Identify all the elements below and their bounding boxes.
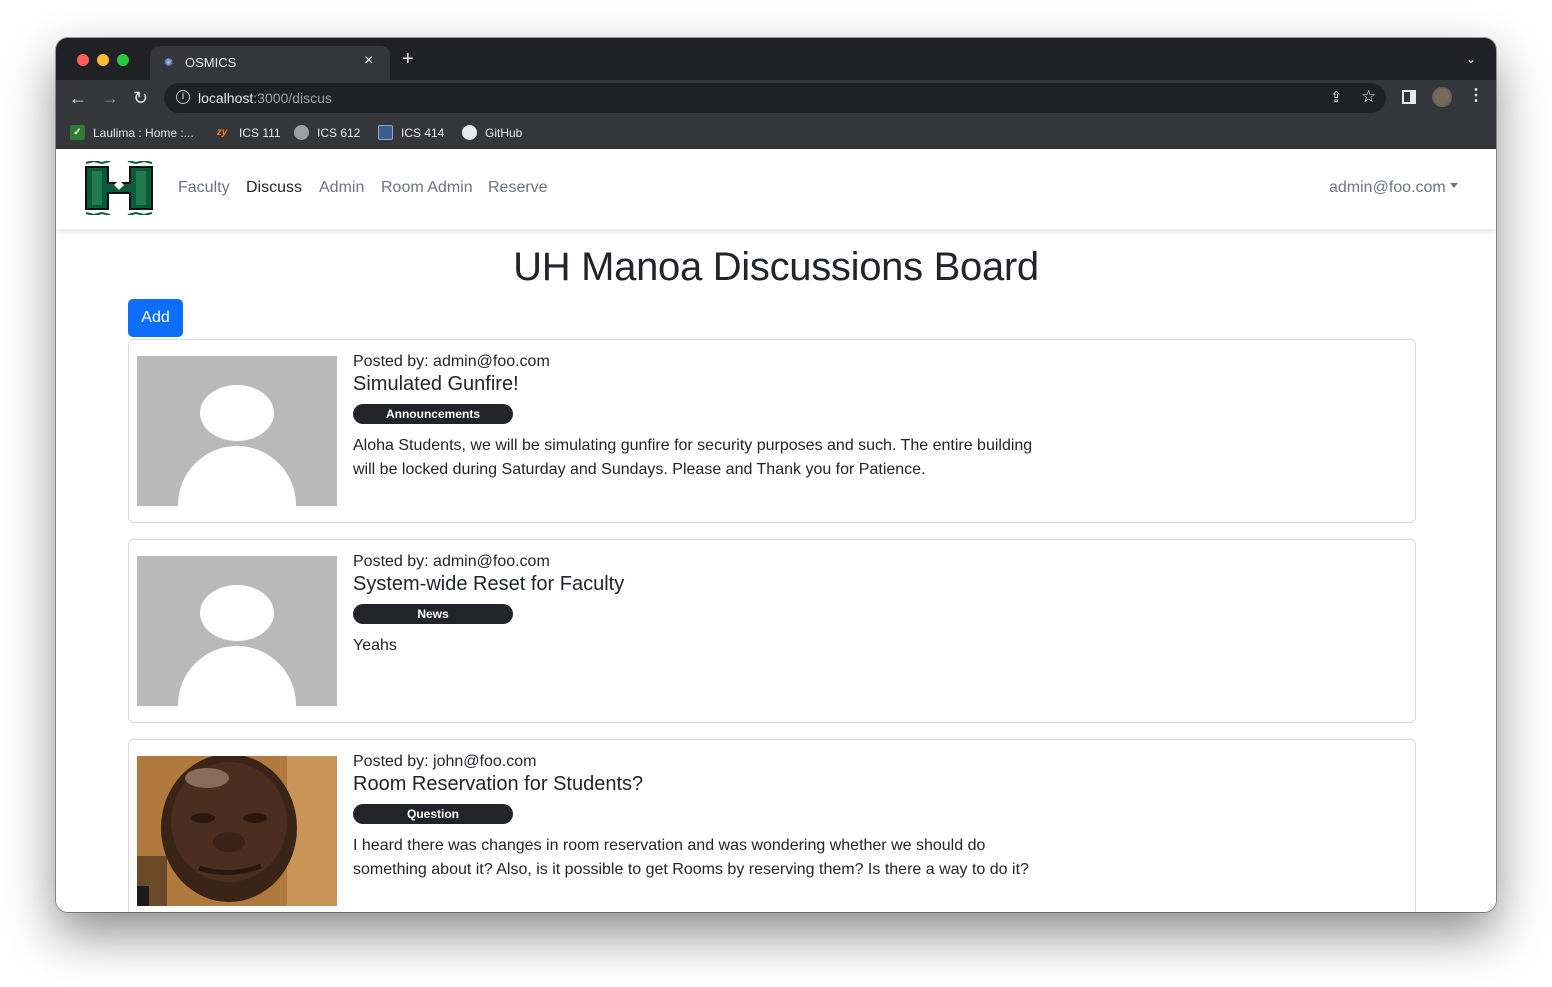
profile-avatar[interactable] bbox=[1432, 87, 1452, 107]
bookmark-ics-111[interactable]: zy ICS 111 bbox=[213, 123, 281, 143]
bookmark-laulima[interactable]: ✓ Laulima : Home :... bbox=[70, 123, 194, 143]
maximize-window-button[interactable] bbox=[117, 54, 129, 66]
page-title: UH Manoa Discussions Board bbox=[513, 245, 1039, 289]
caret-down-icon bbox=[1449, 183, 1458, 189]
nav-reserve[interactable]: Reserve bbox=[488, 179, 548, 197]
laulima-leaf-icon: ✓ bbox=[70, 125, 85, 141]
post-body: Aloha Students, we will be simulating gu… bbox=[353, 437, 1033, 478]
reload-icon[interactable]: ↻ bbox=[133, 88, 148, 108]
post-tag-badge: Announcements bbox=[353, 404, 513, 424]
user-photo bbox=[137, 756, 337, 906]
site-navbar: Faculty Discuss Admin Room Admin Reserve… bbox=[56, 149, 1496, 229]
bookmark-ics-414[interactable]: ICS 414 bbox=[378, 123, 444, 143]
address-bar[interactable]: i localhost:3000/discus ⇪ ☆ bbox=[164, 83, 1386, 113]
web-page: Faculty Discuss Admin Room Admin Reserve… bbox=[56, 149, 1496, 912]
avatar-placeholder bbox=[137, 556, 337, 706]
placeholder-body bbox=[178, 646, 296, 706]
nav-faculty[interactable]: Faculty bbox=[178, 179, 230, 197]
bookmark-label: ICS 414 bbox=[401, 126, 445, 140]
user-dropdown[interactable]: admin@foo.com bbox=[1329, 179, 1458, 197]
new-tab-button[interactable]: + bbox=[402, 49, 414, 69]
nav-discuss[interactable]: Discuss bbox=[246, 179, 302, 197]
share-icon[interactable]: ⇪ bbox=[1330, 88, 1343, 106]
forward-arrow-icon[interactable]: → bbox=[101, 88, 119, 108]
post-body: I heard there was changes in room reserv… bbox=[353, 837, 1029, 878]
post-card: Posted by: john@foo.com Room Reservation… bbox=[128, 739, 1416, 912]
browser-window: ✺ OSMICS × + ⌄ ← → ↻ i localhost:3000/di… bbox=[56, 38, 1496, 912]
browser-menu-icon[interactable]: ⋮ bbox=[1468, 86, 1484, 106]
browser-chrome: ✺ OSMICS × + ⌄ ← → ↻ i localhost:3000/di… bbox=[56, 38, 1496, 149]
avatar-placeholder bbox=[137, 356, 337, 506]
zybooks-icon: zy bbox=[216, 127, 228, 139]
url-path: :3000/discus bbox=[253, 90, 332, 106]
bookmark-ics-612[interactable]: ICS 612 bbox=[294, 123, 360, 143]
placeholder-body bbox=[178, 446, 296, 506]
bookmark-github[interactable]: GitHub bbox=[462, 123, 522, 143]
tab-strip: ✺ OSMICS × + ⌄ bbox=[56, 38, 1496, 80]
url-host: localhost bbox=[198, 90, 254, 106]
bookmark-label: Laulima : Home :... bbox=[93, 126, 194, 140]
nav-room-admin[interactable]: Room Admin bbox=[381, 179, 473, 197]
site-info-icon[interactable]: i bbox=[176, 90, 190, 104]
tab-search-chevron-icon[interactable]: ⌄ bbox=[1466, 52, 1476, 66]
bookmark-star-icon[interactable]: ☆ bbox=[1361, 87, 1376, 107]
post-title: Room Reservation for Students? bbox=[353, 773, 644, 795]
bookmark-label: ICS 111 bbox=[239, 126, 281, 140]
bookmark-label: ICS 612 bbox=[317, 126, 361, 140]
side-panel-icon[interactable] bbox=[1402, 90, 1416, 104]
post-card: Posted by: admin@foo.com Simulated Gunfi… bbox=[128, 339, 1416, 523]
post-title: System-wide Reset for Faculty bbox=[353, 573, 625, 595]
minimize-window-button[interactable] bbox=[97, 54, 109, 66]
uh-logo[interactable] bbox=[84, 161, 154, 215]
add-post-button[interactable]: Add bbox=[128, 299, 183, 337]
post-author: Posted by: admin@foo.com bbox=[353, 553, 550, 570]
bookmarks-bar: ✓ Laulima : Home :... zy ICS 111 ICS 612 I… bbox=[56, 118, 1496, 149]
nav-admin[interactable]: Admin bbox=[319, 179, 364, 197]
globe-icon bbox=[294, 125, 309, 141]
placeholder-head bbox=[200, 385, 274, 441]
github-icon bbox=[462, 125, 477, 141]
post-title: Simulated Gunfire! bbox=[353, 373, 519, 395]
post-author: Posted by: john@foo.com bbox=[353, 753, 537, 770]
post-author: Posted by: admin@foo.com bbox=[353, 353, 550, 370]
avatar-photo bbox=[137, 756, 337, 906]
address-url[interactable]: localhost:3000/discus bbox=[198, 90, 332, 106]
bookmark-label: GitHub bbox=[485, 126, 523, 140]
post-card: Posted by: admin@foo.com System-wide Res… bbox=[128, 539, 1416, 723]
close-window-button[interactable] bbox=[77, 54, 89, 66]
tab-title: OSMICS bbox=[185, 55, 237, 70]
back-arrow-icon[interactable]: ← bbox=[69, 88, 87, 108]
page-icon bbox=[378, 125, 393, 141]
user-email: admin@foo.com bbox=[1329, 179, 1446, 196]
placeholder-head bbox=[200, 585, 274, 641]
post-body: Yeahs bbox=[353, 637, 397, 654]
browser-tab[interactable]: ✺ OSMICS × bbox=[150, 46, 390, 80]
post-tag-badge: Question bbox=[353, 804, 513, 824]
site-favicon-icon: ✺ bbox=[164, 57, 174, 69]
tab-close-icon[interactable]: × bbox=[364, 52, 373, 70]
post-tag-badge: News bbox=[353, 604, 513, 624]
